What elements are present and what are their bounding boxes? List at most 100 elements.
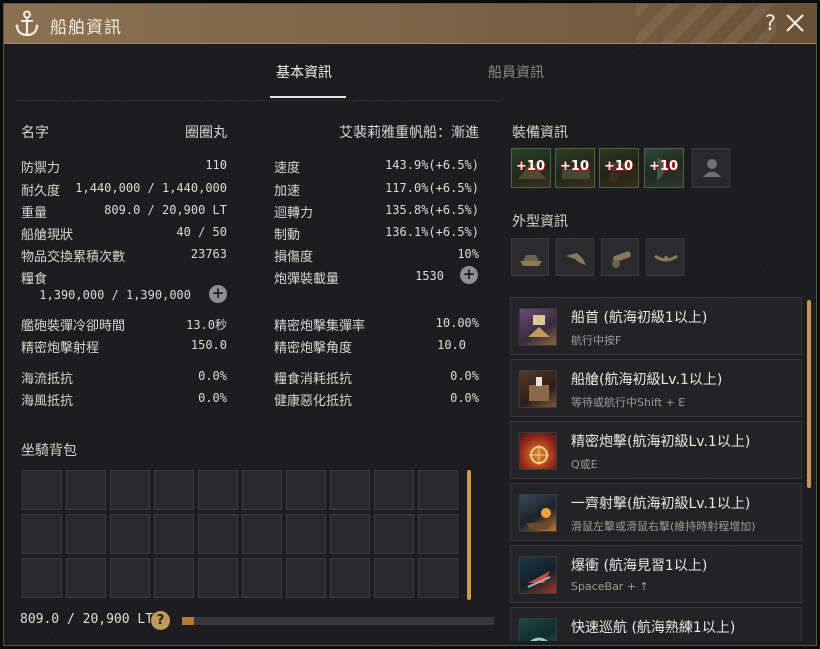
inventory-slot[interactable] — [154, 470, 194, 510]
enhance-level: +10 — [560, 159, 589, 174]
appearance-slot-ornament[interactable] — [646, 238, 684, 276]
ship-info-window: 船舶資訊 ? 基本資訊 船員資訊 名字 圈圈丸 艾裴莉雅重帆船：漸進 防禦力 1… — [3, 3, 817, 646]
inventory-slot[interactable] — [286, 558, 326, 598]
figurehead-silhouette-icon — [566, 253, 586, 265]
inventory-slot[interactable] — [418, 558, 458, 598]
inventory-slot[interactable] — [374, 558, 414, 598]
stat-value-accuracy: 10.00% — [435, 316, 479, 330]
stat-value-trade-count: 23763 — [190, 247, 227, 261]
add-provisions-button[interactable]: + — [209, 285, 227, 303]
inventory-slot[interactable] — [110, 558, 150, 598]
appearance-title: 外型資訊 — [512, 214, 568, 230]
stat-label-cabin: 船艙現狀 — [21, 228, 74, 243]
enhance-level: +10 — [604, 159, 633, 174]
boost-skill-icon — [519, 556, 557, 594]
inventory-slot[interactable] — [418, 470, 458, 510]
stat-label-provisions: 糧食 — [21, 272, 48, 287]
skill-key-hint: 滑鼠左擊或滑鼠右擊(維持時射程增加) — [571, 520, 756, 533]
prow-skill-icon — [519, 308, 557, 346]
stat-value-speed: 143.9%(+6.5%) — [385, 158, 479, 172]
equipment-title: 裝備資訊 — [512, 125, 568, 141]
title-bar[interactable]: 船舶資訊 ? — [4, 4, 816, 44]
inventory-slot[interactable] — [22, 558, 62, 598]
skill-list-scrollbar[interactable] — [807, 300, 811, 488]
stat-value-acceleration: 117.0%(+6.5%) — [385, 181, 479, 195]
inventory-slot[interactable] — [286, 514, 326, 554]
skill-name: 船艙(航海初級Lv.1以上) — [571, 372, 723, 388]
help-button[interactable]: ? — [765, 11, 776, 35]
weight-help-button[interactable]: ? — [151, 611, 170, 630]
inventory-slot[interactable] — [66, 558, 106, 598]
skill-item-boost[interactable]: 爆衝 (航海見習1以上) SpaceBar + ↑ — [510, 545, 802, 603]
stat-label-health-resist: 健康惡化抵抗 — [274, 394, 353, 409]
weight-bar — [182, 617, 494, 625]
skill-name: 船首 (航海初級1以上) — [571, 310, 708, 326]
stat-label-trade-count: 物品交換累積次數 — [21, 250, 126, 265]
equipment-slot-sail[interactable]: +10 — [644, 148, 684, 188]
stat-label-reload: 艦砲裝彈冷卻時間 — [21, 319, 126, 334]
title-bar-pattern — [636, 4, 776, 44]
skill-item-precision-shot[interactable]: 精密炮擊(航海初級Lv.1以上) Q或E — [510, 421, 802, 479]
stat-label-range: 精密炮擊射程 — [21, 341, 100, 356]
skill-item-fast-cruise[interactable]: 快速巡航 (航海熟練1以上) — [510, 607, 802, 641]
ornament-silhouette-icon — [654, 254, 678, 262]
inventory-slot[interactable] — [242, 514, 282, 554]
crew-silhouette-icon — [703, 159, 721, 177]
skill-key-hint: 等待或航行中Shift + E — [571, 396, 686, 409]
name-label: 名字 — [21, 125, 49, 141]
stat-value-defense: 110 — [205, 158, 227, 172]
inventory-slot[interactable] — [154, 558, 194, 598]
inventory-slot[interactable] — [330, 558, 370, 598]
skill-key-hint: SpaceBar + ↑ — [571, 580, 649, 593]
inventory-slot[interactable] — [66, 470, 106, 510]
inventory-slot[interactable] — [286, 470, 326, 510]
equipment-slot-crew[interactable] — [692, 148, 730, 188]
skill-item-broadside[interactable]: 一齊射擊(航海初級Lv.1以上) 滑鼠左擊或滑鼠右擊(維持時射程增加) — [510, 483, 802, 541]
inventory-slot[interactable] — [374, 470, 414, 510]
stat-label-damage: 損傷度 — [274, 250, 314, 265]
inventory-slot[interactable] — [22, 470, 62, 510]
stat-value-weight: 809.0 / 20,900 LT — [104, 203, 227, 217]
skill-item-cabin[interactable]: 船艙(航海初級Lv.1以上) 等待或航行中Shift + E — [510, 359, 802, 417]
tab-basic-info[interactable]: 基本資訊 — [276, 62, 332, 82]
appearance-slot-figurehead[interactable] — [556, 238, 594, 276]
cabin-skill-icon — [519, 370, 557, 408]
ship-type: 艾裴莉雅重帆船：漸進 — [339, 125, 479, 141]
stat-label-accuracy: 精密炮擊集彈率 — [274, 319, 366, 334]
inventory-slot[interactable] — [242, 558, 282, 598]
appearance-slot-hull[interactable] — [511, 238, 549, 276]
stat-value-cabin: 40 / 50 — [176, 225, 227, 239]
stat-label-durability: 耐久度 — [21, 184, 61, 199]
inventory-slot[interactable] — [110, 470, 150, 510]
stat-label-speed: 速度 — [274, 161, 301, 176]
broadside-skill-icon — [519, 494, 557, 532]
inventory-slot[interactable] — [330, 470, 370, 510]
inventory-slot[interactable] — [198, 514, 238, 554]
inventory-slot[interactable] — [242, 470, 282, 510]
skill-name: 精密炮擊(航海初級Lv.1以上) — [571, 434, 751, 450]
skill-item-prow[interactable]: 船首 (航海初級1以上) 航行中按F — [510, 297, 802, 355]
equipment-slot-cannon[interactable]: +10 — [599, 148, 639, 188]
inventory-scrollbar[interactable] — [467, 470, 471, 600]
inventory-slot[interactable] — [330, 514, 370, 554]
stat-value-wind-resist: 0.0% — [198, 391, 227, 405]
inventory-slot[interactable] — [418, 514, 458, 554]
appearance-slot-cannon[interactable] — [601, 238, 639, 276]
close-icon[interactable] — [784, 10, 806, 36]
stat-label-wind-resist: 海風抵抗 — [21, 394, 74, 409]
inventory-slot[interactable] — [374, 514, 414, 554]
inventory-slot[interactable] — [198, 558, 238, 598]
equipment-slot-hull[interactable]: +10 — [555, 148, 595, 188]
inventory-slot[interactable] — [66, 514, 106, 554]
tab-crew-info[interactable]: 船員資訊 — [488, 62, 544, 82]
stat-value-food-resist: 0.0% — [450, 369, 479, 383]
inventory-slot[interactable] — [110, 514, 150, 554]
inventory-slot[interactable] — [198, 470, 238, 510]
stat-value-durability: 1,440,000 / 1,440,000 — [75, 181, 227, 195]
tab-divider — [16, 100, 500, 101]
add-ammo-button[interactable]: + — [460, 266, 478, 284]
inventory-slot[interactable] — [154, 514, 194, 554]
equipment-slot-bow[interactable]: +10 — [511, 148, 551, 188]
inventory-slot[interactable] — [22, 514, 62, 554]
inventory-grid — [22, 470, 462, 602]
